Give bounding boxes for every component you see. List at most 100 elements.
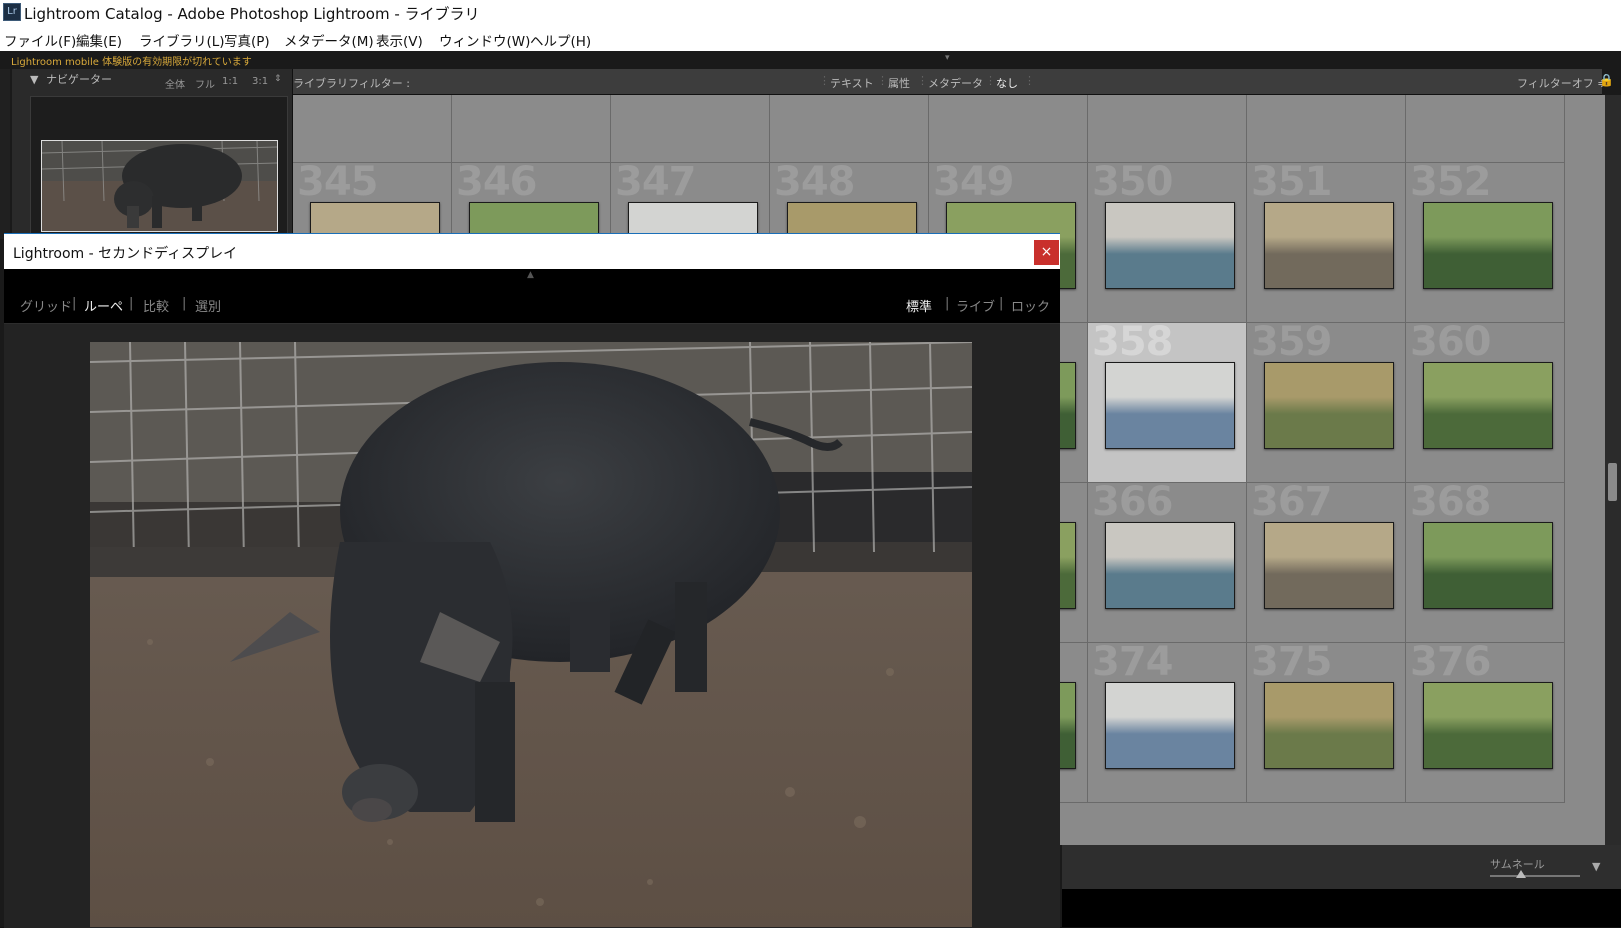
grid-cell[interactable] [452,95,611,163]
cell-index-number: 351 [1251,159,1332,205]
lock-icon[interactable]: 🔒 [1599,73,1614,87]
photo-thumbnail[interactable] [1423,682,1553,769]
filter-separator: ⋮ [877,74,888,87]
grid-cell[interactable]: 374 [1088,639,1247,803]
grid-cell[interactable]: 360 [1406,319,1565,483]
window-title: Lightroom Catalog - Adobe Photoshop Ligh… [24,5,480,23]
filter-off-dropdown[interactable]: フィルターオフ ≑ [1517,75,1607,91]
cell-index-number: 368 [1410,479,1491,525]
mode-normal[interactable]: 標準 [906,296,932,315]
grid-cell[interactable]: 368 [1406,479,1565,643]
zoom-fit[interactable]: 全体 [165,76,185,91]
filter-separator: ⋮ [985,74,996,87]
filter-separator: ⋮ [1024,74,1035,87]
grid-cell[interactable] [293,95,452,163]
mode-separator: | [999,296,1004,311]
grid-cell[interactable]: 375 [1247,639,1406,803]
black-pig-photo-icon [90,342,972,927]
grid-cell[interactable]: ★★★ [1247,95,1406,163]
grid-cell[interactable]: 351 [1247,159,1406,323]
navigator-header[interactable]: ▼ ナビゲーター [30,71,112,87]
cell-index-number: 348 [774,159,855,205]
grid-cell[interactable]: 359 [1247,319,1406,483]
toolbar-menu-chevron-icon[interactable]: ▼ [1592,860,1600,873]
navigator-title: ナビゲーター [45,73,112,86]
zoom-3-1[interactable]: 3:1 [252,76,268,87]
grid-cell[interactable]: 366 [1088,479,1247,643]
grid-cell[interactable]: 352 [1406,159,1565,323]
menu-view[interactable]: 表示(V) [376,30,423,50]
menu-metadata[interactable]: メタデータ(M) [284,30,374,50]
cell-index-number: 347 [615,159,696,205]
grid-cell[interactable]: 367 [1247,479,1406,643]
grid-cell[interactable]: 376 [1406,639,1565,803]
photo-thumbnail[interactable] [1264,202,1394,289]
pig-preview-icon [42,141,277,231]
view-separator: | [129,296,134,311]
library-filter-bar: ライブラリフィルター : ⋮ テキスト ⋮ 属性 ⋮ メタデータ ⋮ なし ⋮ … [293,69,1614,95]
filter-separator: ⋮ [819,74,830,87]
loupe-image[interactable] [90,342,972,927]
photo-thumbnail[interactable] [1105,682,1235,769]
grid-cell[interactable] [929,95,1088,163]
grid-cell[interactable] [1406,95,1565,163]
lightroom-app-icon: Lr [3,3,21,21]
grid-cell[interactable] [770,95,929,163]
cell-index-number: 366 [1092,479,1173,525]
photo-thumbnail[interactable] [1423,202,1553,289]
zoom-fill[interactable]: フル [195,76,215,91]
cell-index-number: 375 [1251,639,1332,685]
navigator-preview-image[interactable] [41,140,278,232]
view-grid[interactable]: グリッド [20,296,72,315]
disclosure-triangle-icon[interactable]: ▼ [30,73,38,86]
view-compare[interactable]: 比較 [143,296,169,315]
filter-none[interactable]: なし [996,75,1018,91]
thumbnail-size-slider[interactable] [1490,875,1580,877]
mode-lock[interactable]: ロック [1011,296,1050,315]
grid-scrollbar-thumb[interactable] [1608,463,1617,501]
cell-index-number: 346 [456,159,537,205]
cell-index-number: 352 [1410,159,1491,205]
photo-thumbnail[interactable] [1105,522,1235,609]
view-loupe[interactable]: ルーペ [84,296,123,315]
zoom-stepper-icon[interactable]: ⇕ [274,74,282,84]
top-panel-toggle-icon[interactable]: ▾ [945,53,957,63]
filmstrip-area [1062,889,1621,927]
grid-cell[interactable]: 350 [1088,159,1247,323]
cell-index-number: 349 [933,159,1014,205]
filter-metadata[interactable]: メタデータ [928,75,983,91]
thumbnail-size-slider-knob[interactable] [1516,870,1526,878]
view-survey[interactable]: 選別 [195,296,221,315]
grid-cell[interactable]: 358 [1088,319,1247,483]
menu-help[interactable]: ヘルプ(H) [530,30,591,50]
menu-photo[interactable]: 写真(P) [224,30,270,50]
photo-thumbnail[interactable] [1423,522,1553,609]
filter-attribute[interactable]: 属性 [888,75,910,91]
grid-cell[interactable] [611,95,770,163]
filter-separator: ⋮ [917,74,928,87]
photo-thumbnail[interactable] [1264,522,1394,609]
close-button[interactable]: × [1034,240,1059,265]
cell-index-number: 359 [1251,319,1332,365]
mobile-trial-warning[interactable]: Lightroom mobile 体験版の有効期限が切れています [11,53,252,68]
photo-thumbnail[interactable] [1264,682,1394,769]
photo-thumbnail[interactable] [1264,362,1394,449]
cell-index-number: 360 [1410,319,1491,365]
menu-library[interactable]: ライブラリ(L) [139,30,225,50]
filter-text[interactable]: テキスト [830,75,874,91]
second-display-title: Lightroom - セカンドディスプレイ [13,246,238,262]
photo-thumbnail[interactable] [1423,362,1553,449]
menu-window[interactable]: ウィンドウ(W) [439,30,530,50]
grid-cell[interactable] [1088,95,1247,163]
photo-thumbnail[interactable] [1105,202,1235,289]
mode-live[interactable]: ライブ [956,296,995,315]
menu-file[interactable]: ファイル(F) [4,30,76,50]
photo-thumbnail[interactable] [1105,362,1235,449]
left-panel-edge[interactable] [0,69,10,239]
zoom-1-1[interactable]: 1:1 [222,76,238,87]
header-collapse-icon[interactable]: ▲ [527,270,534,280]
mode-separator: | [945,296,950,311]
menu-edit[interactable]: 編集(E) [76,30,122,50]
title-bar: Lr Lightroom Catalog - Adobe Photoshop L… [0,0,1621,26]
cell-index-number: 350 [1092,159,1173,205]
